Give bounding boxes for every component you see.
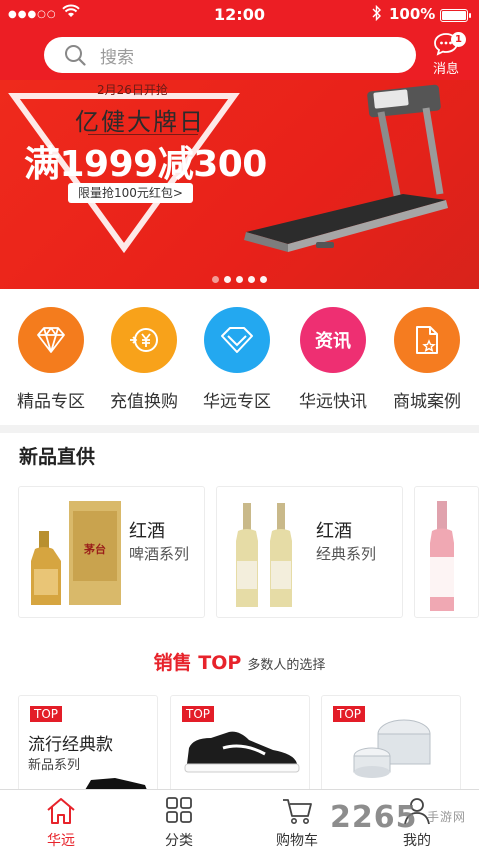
top-product-series: 新品系列 bbox=[28, 758, 81, 773]
banner-coupon-button[interactable]: 限量抢100元红包> bbox=[68, 183, 193, 203]
banner-offer: 满1999减300 bbox=[24, 144, 267, 185]
banner-pagination[interactable] bbox=[212, 276, 267, 283]
product-image bbox=[353, 719, 431, 778]
top-product-card[interactable]: TOP 流行经典款 新品系列 bbox=[18, 695, 158, 795]
sales-top-header: 销售 TOP 多数人的选择 bbox=[0, 648, 479, 675]
top-product-card[interactable]: TOP bbox=[321, 695, 461, 795]
tab-cart[interactable]: 购物车 bbox=[252, 796, 342, 850]
product-card[interactable]: 茅台 红酒 啤酒系列 bbox=[18, 486, 205, 618]
product-name: 红酒 bbox=[316, 521, 352, 542]
top-product-card[interactable]: TOP bbox=[170, 695, 310, 795]
status-bar: ●●●○○ 12:00 100% bbox=[0, 0, 479, 30]
top-header: ●●●○○ 12:00 100% 搜索 1 消息 bbox=[0, 0, 479, 80]
product-image bbox=[184, 731, 300, 773]
tab-home[interactable]: 华远 bbox=[16, 796, 106, 850]
sales-top-subtitle: 多数人的选择 bbox=[247, 658, 326, 673]
category-jingpin[interactable]: 精品专区 bbox=[4, 307, 98, 412]
banner-dot[interactable] bbox=[260, 276, 267, 283]
gem-icon bbox=[204, 307, 270, 373]
site-watermark: 2265 手游网 bbox=[330, 800, 465, 835]
diamond-icon bbox=[18, 307, 84, 373]
watermark-site: 手游网 bbox=[427, 810, 467, 824]
tab-label: 华远 bbox=[47, 833, 75, 849]
grid-icon bbox=[166, 797, 192, 823]
banner-dot[interactable] bbox=[212, 276, 219, 283]
category-label: 精品专区 bbox=[17, 392, 85, 412]
category-label: 华远专区 bbox=[203, 392, 271, 412]
product-card[interactable] bbox=[414, 486, 479, 618]
category-label: 商城案例 bbox=[393, 392, 461, 412]
document-star-icon bbox=[394, 307, 460, 373]
new-products-section: 新品直供 茅台 红酒 啤酒系列 红酒 经典系列 bbox=[0, 433, 479, 639]
tab-category[interactable]: 分类 bbox=[134, 796, 224, 850]
product-name: 红酒 bbox=[129, 521, 165, 542]
category-nav: 精品专区 充值换购 华远专区 资讯 华远快讯 商城案例 bbox=[0, 289, 479, 425]
battery-percentage: 100% bbox=[389, 5, 436, 23]
search-placeholder: 搜索 bbox=[100, 47, 134, 68]
promo-banner[interactable]: 2月26日开抢 亿健大牌日 满1999减300 限量抢100元红包> bbox=[0, 80, 479, 289]
banner-dot[interactable] bbox=[236, 276, 243, 283]
watermark-number: 2265 bbox=[330, 800, 418, 835]
category-anli[interactable]: 商城案例 bbox=[380, 307, 474, 412]
search-input[interactable]: 搜索 bbox=[44, 37, 416, 73]
bluetooth-icon bbox=[372, 4, 382, 25]
banner-dot[interactable] bbox=[224, 276, 231, 283]
tab-label: 分类 bbox=[165, 833, 193, 849]
banner-date: 2月26日开抢 bbox=[97, 83, 168, 97]
treadmill-image bbox=[244, 84, 448, 252]
cart-icon bbox=[283, 799, 312, 824]
banner-dot[interactable] bbox=[248, 276, 255, 283]
messages-button[interactable]: 1 消息 bbox=[424, 32, 468, 78]
product-card[interactable]: 红酒 经典系列 bbox=[216, 486, 403, 618]
product-series: 啤酒系列 bbox=[129, 545, 190, 563]
svg-text:茅台: 茅台 bbox=[84, 542, 106, 556]
section-title: 新品直供 bbox=[19, 446, 96, 468]
product-image bbox=[430, 501, 454, 611]
tab-label: 购物车 bbox=[276, 833, 318, 849]
message-count-badge: 1 bbox=[451, 32, 466, 47]
search-icon bbox=[65, 45, 86, 66]
top-badge: TOP bbox=[182, 706, 215, 722]
product-image bbox=[236, 503, 292, 607]
category-label: 华远快讯 bbox=[299, 392, 367, 412]
battery-tip bbox=[469, 13, 471, 18]
product-series: 经典系列 bbox=[316, 545, 377, 563]
sales-top-section: 销售 TOP 多数人的选择 TOP 流行经典款 新品系列 TOP TOP bbox=[0, 639, 479, 795]
category-label: 充值换购 bbox=[110, 392, 178, 412]
yen-exchange-icon bbox=[111, 307, 177, 373]
battery-icon bbox=[440, 9, 468, 22]
home-icon bbox=[47, 798, 75, 824]
category-huayuan[interactable]: 华远专区 bbox=[190, 307, 284, 412]
sales-top-title: 销售 TOP bbox=[153, 652, 242, 674]
banner-brand: 亿健大牌日 bbox=[75, 108, 205, 136]
product-image: 茅台 bbox=[31, 501, 121, 605]
news-icon-text: 资讯 bbox=[315, 331, 351, 352]
category-kuaixun[interactable]: 资讯 华远快讯 bbox=[286, 307, 380, 412]
top-product-name: 流行经典款 bbox=[28, 735, 113, 755]
messages-label: 消息 bbox=[432, 62, 459, 77]
news-text-icon: 资讯 bbox=[300, 307, 366, 373]
top-badge: TOP bbox=[30, 706, 63, 722]
category-chongzhi[interactable]: 充值换购 bbox=[97, 307, 191, 412]
